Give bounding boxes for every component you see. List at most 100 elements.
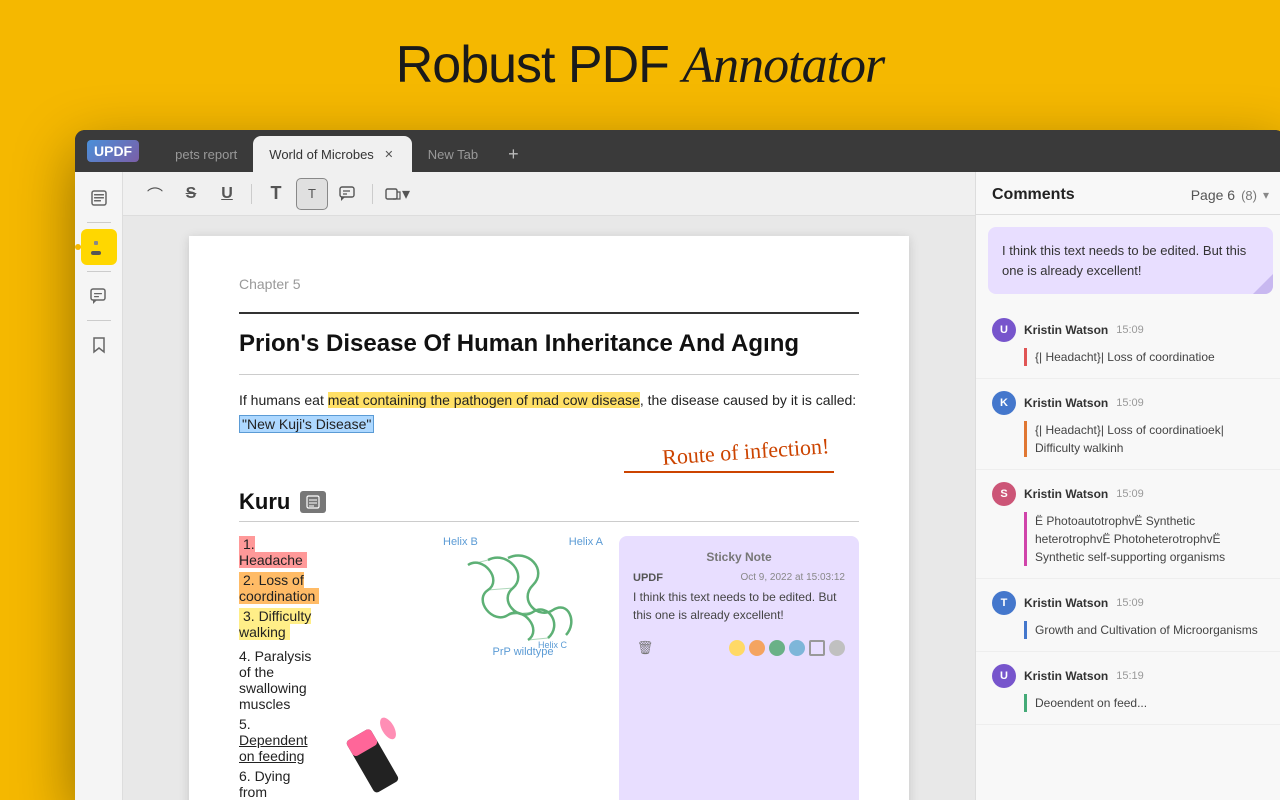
sticky-header: UPDF Oct 9, 2022 at 15:03:12 (633, 572, 845, 584)
comment-time-0: 15:09 (1116, 324, 1144, 336)
comments-header: Comments Page 6 (8) ▾ (976, 172, 1280, 215)
underline-tool-button[interactable]: U (211, 178, 243, 210)
color-dot-orange[interactable] (749, 640, 765, 656)
comment-tool-button[interactable] (332, 178, 364, 210)
note-icon-svg (306, 495, 320, 509)
shape-tool-button[interactable]: ▾ (381, 178, 413, 210)
comment-item-0[interactable]: U Kristin Watson 15:09 {| Headacht}| Los… (976, 306, 1280, 379)
hl-item-2: 2. Loss of coordination (239, 572, 319, 604)
kuru-heading-row: Kuru (239, 489, 859, 515)
comment-avatar-1: K (992, 391, 1016, 415)
page-label: Page 6 (1191, 187, 1235, 203)
list-item-4: 4. Paralysis of the swallowing muscles (239, 648, 321, 712)
comments-title: Comments (992, 186, 1075, 204)
comment-author-3: Kristin Watson (1024, 596, 1108, 610)
kuru-heading: Kuru (239, 489, 290, 515)
comment-item-4[interactable]: U Kristin Watson 15:19 Deoendent on feed… (976, 652, 1280, 725)
chapter-title: Prion's Disease Of Human Inheritance And… (239, 330, 859, 358)
color-dot-none[interactable] (809, 640, 825, 656)
sidebar-active-dot (75, 244, 81, 250)
chapter-divider (239, 312, 859, 314)
helix-labels-row: Helix B Helix A (443, 536, 603, 548)
tab-new[interactable]: New Tab (412, 136, 494, 172)
sticky-brand: UPDF (633, 572, 663, 584)
comments-list[interactable]: I think this text needs to be edited. Bu… (976, 215, 1280, 800)
highlight-disease: "New Kuji's Disease" (239, 415, 374, 433)
comment-body-3: Growth and Cultivation of Microorganisms (1024, 621, 1269, 639)
comment-time-1: 15:09 (1116, 397, 1144, 409)
comment-meta-4: U Kristin Watson 15:19 (992, 664, 1269, 688)
content-row: 1. Headache 2. Loss of coordination 3. D… (239, 536, 859, 800)
helix-illustration: Helix B Helix A (443, 536, 603, 800)
content-area: ⌒ S U T T ▾ (123, 172, 1280, 800)
comment-body-1: {| Headacht}| Loss of coordinatioek| Dif… (1024, 421, 1269, 457)
tab-pets-label: pets report (175, 147, 237, 162)
comment-item-3[interactable]: T Kristin Watson 15:09 Growth and Cultiv… (976, 579, 1280, 652)
color-dot-yellow[interactable] (729, 640, 745, 656)
list-item-5-text: Dependent on feeding (239, 732, 308, 764)
comment-meta-2: S Kristin Watson 15:09 (992, 482, 1269, 506)
comment-avatar-3: T (992, 591, 1016, 615)
pdf-section: ⌒ S U T T ▾ (123, 172, 975, 800)
normal-list: 4. Paralysis of the swallowing muscles 5… (239, 648, 321, 800)
app-window: UPDF pets report World of Microbes ✕ New… (75, 130, 1280, 800)
color-dot-gray[interactable] (829, 640, 845, 656)
comment-time-4: 15:19 (1116, 670, 1144, 682)
list-item-2: 2. Loss of coordination (239, 572, 321, 604)
sticky-note[interactable]: Sticky Note UPDF Oct 9, 2022 at 15:03:12… (619, 536, 859, 800)
sidebar-sep-1 (87, 222, 111, 223)
sidebar (75, 172, 123, 800)
comment-author-4: Kristin Watson (1024, 669, 1108, 683)
comment-avatar-2: S (992, 482, 1016, 506)
toolbar: ⌒ S U T T ▾ (123, 172, 975, 216)
color-dot-green[interactable] (769, 640, 785, 656)
sidebar-icon-bookmark[interactable] (81, 327, 117, 363)
sidebar-icon-pages[interactable] (81, 180, 117, 216)
list-item-1: 1. Headache (239, 536, 321, 568)
pdf-area[interactable]: Chapter 5 Prion's Disease Of Human Inher… (123, 216, 975, 800)
sidebar-sep-2 (87, 271, 111, 272)
textbox-tool-button[interactable]: T (296, 178, 328, 210)
sidebar-icon-annotate[interactable] (81, 229, 117, 265)
sticky-footer: 🗑 (633, 636, 845, 660)
comment-item-2[interactable]: S Kristin Watson 15:09 Ë Photoautotrophv… (976, 470, 1280, 579)
comment-body-4: Deoendent on feed... (1024, 694, 1269, 712)
note-icon[interactable] (300, 491, 326, 513)
comment-avatar-4: U (992, 664, 1016, 688)
sidebar-icon-comment[interactable] (81, 278, 117, 314)
comment-sticky-active[interactable]: I think this text needs to be edited. Bu… (988, 227, 1273, 294)
body-text: If humans eat meat containing the pathog… (239, 389, 859, 437)
comment-meta-1: K Kristin Watson 15:09 (992, 391, 1269, 415)
new-tab-button[interactable]: + (494, 136, 533, 172)
sticky-date: Oct 9, 2022 at 15:03:12 (740, 572, 845, 583)
handwriting-container: Route of infection! (239, 449, 859, 489)
highlighted-list: 1. Headache 2. Loss of coordination 3. D… (239, 536, 321, 640)
pdf-page: Chapter 5 Prion's Disease Of Human Inher… (189, 236, 909, 800)
comment-meta-0: U Kristin Watson 15:09 (992, 318, 1269, 342)
text-tool-button[interactable]: T (260, 178, 292, 210)
strikethrough-tool-button[interactable]: S (175, 178, 207, 210)
highlighter-svg (337, 704, 427, 800)
handwriting-underline (624, 471, 834, 473)
sticky-text: I think this text needs to be edited. Bu… (633, 588, 845, 624)
arch-tool-button[interactable]: ⌒ (139, 178, 171, 210)
comment-item-1[interactable]: K Kristin Watson 15:09 {| Headacht}| Los… (976, 379, 1280, 470)
sticky-delete-button[interactable]: 🗑 (633, 636, 657, 660)
comment-avatar-0: U (992, 318, 1016, 342)
tab-microbes[interactable]: World of Microbes ✕ (253, 136, 412, 172)
tab-pets[interactable]: pets report (159, 136, 253, 172)
hl-item-1: 1. Headache (239, 536, 307, 568)
expand-icon[interactable]: ▾ (1263, 188, 1269, 202)
comment-author-2: Kristin Watson (1024, 487, 1108, 501)
comment-author-0: Kristin Watson (1024, 323, 1108, 337)
sidebar-sep-3 (87, 320, 111, 321)
color-dot-blue[interactable] (789, 640, 805, 656)
list-item-6: 6. Dying from malnutrition (239, 768, 321, 800)
comment-time-2: 15:09 (1116, 488, 1144, 500)
highlighter-illustration (337, 536, 427, 800)
handwriting-annotation: Route of infection! (661, 433, 830, 471)
tab-microbes-close[interactable]: ✕ (382, 147, 396, 161)
comment-sticky-text: I think this text needs to be edited. Bu… (1002, 241, 1259, 280)
app-title-regular: Robust PDF (396, 36, 683, 94)
sticky-actions: 🗑 (633, 636, 657, 660)
